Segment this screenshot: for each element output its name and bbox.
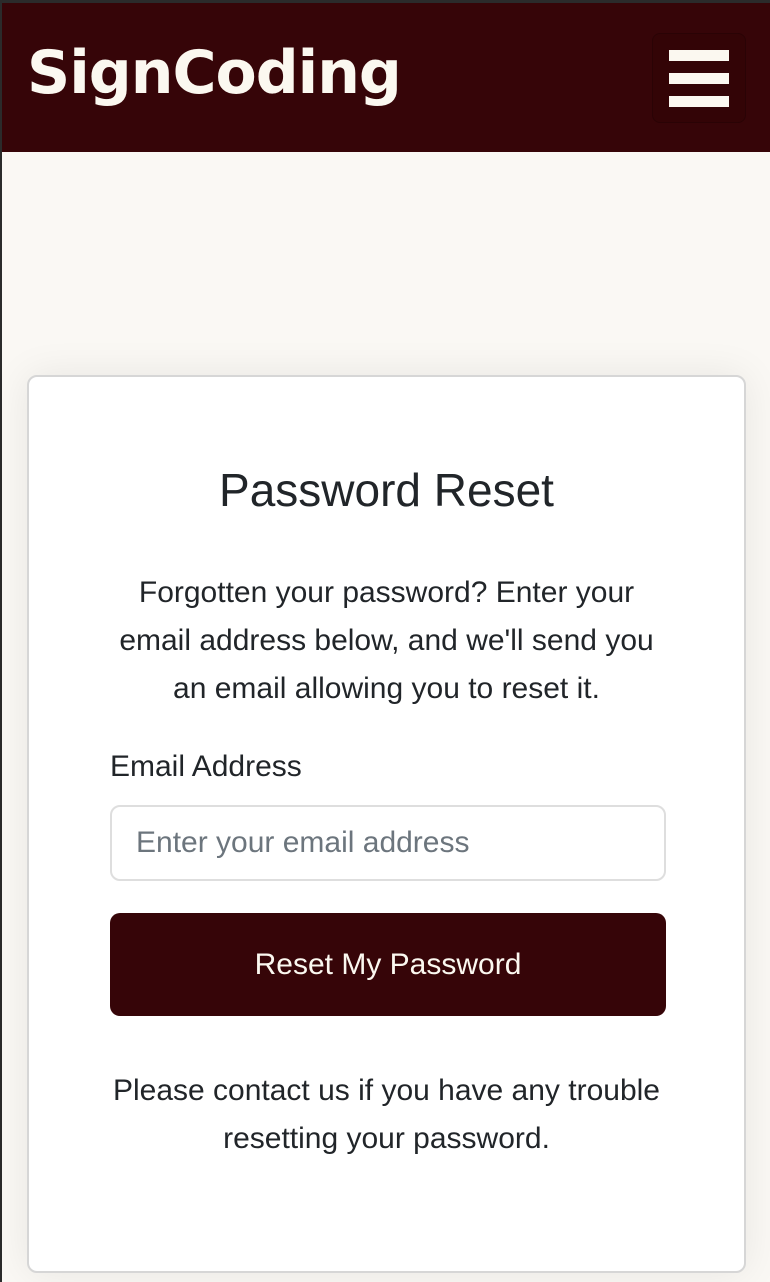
email-label: Email Address [110, 750, 302, 783]
page-title: Password Reset [219, 464, 554, 516]
hamburger-menu-icon [669, 95, 729, 107]
menu-toggle-button[interactable] [652, 33, 746, 123]
reset-password-button[interactable]: Reset My Password [110, 913, 666, 1016]
hamburger-menu-icon [669, 49, 729, 61]
navbar: SignCoding [2, 3, 770, 152]
email-input[interactable] [110, 805, 666, 881]
brand-logo[interactable]: SignCoding [27, 43, 402, 103]
password-reset-card: Password Reset Forgotten your password? … [27, 375, 746, 1273]
intro-text: Forgotten your password? Enter your emai… [119, 576, 654, 705]
hamburger-menu-icon [669, 72, 729, 84]
help-text: Please contact us if you have any troubl… [112, 1074, 660, 1155]
